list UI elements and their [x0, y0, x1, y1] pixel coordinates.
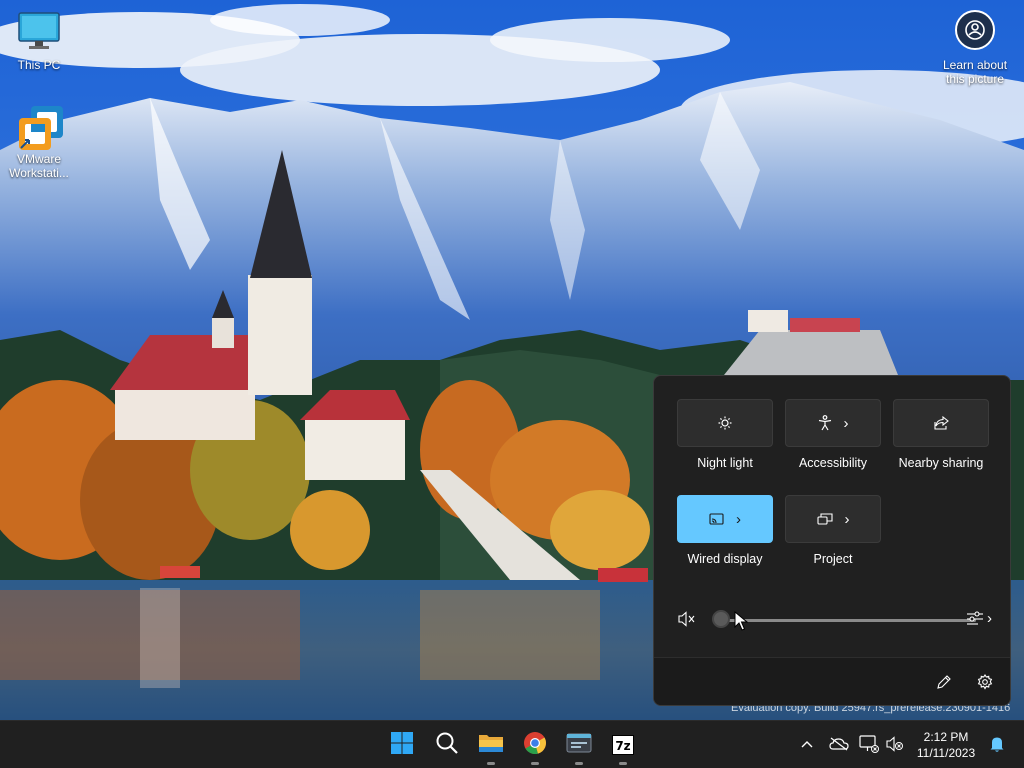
accessibility-icon: [818, 415, 832, 431]
chevron-up-icon: [801, 735, 813, 753]
tile-project[interactable]: › Project: [785, 495, 881, 566]
chevron-right-icon[interactable]: ›: [845, 512, 850, 527]
running-indicator: [487, 762, 495, 765]
chrome-icon: [523, 731, 547, 760]
vmware-icon: [17, 104, 63, 150]
taskbar: 7z 2:12 PM 11/11/2023: [0, 720, 1024, 768]
share-icon: [933, 416, 949, 430]
running-indicator: [619, 762, 627, 765]
network-disconnected-icon[interactable]: [858, 733, 880, 755]
windows-logo-icon: [390, 731, 414, 760]
brightness-icon: [718, 416, 732, 430]
audio-output-icon[interactable]: [966, 611, 986, 632]
accessibility-button[interactable]: ›: [785, 399, 881, 447]
learn-about-picture[interactable]: Learn about this picture: [936, 10, 1014, 86]
tile-nearby-sharing[interactable]: Nearby sharing: [893, 399, 989, 470]
desktop-icon-label: This PC: [17, 58, 61, 72]
volume-slider-thumb[interactable]: [712, 610, 730, 628]
project-button[interactable]: ›: [785, 495, 881, 543]
7zip-label: 7z: [615, 739, 631, 753]
tile-accessibility[interactable]: › Accessibility: [785, 399, 881, 470]
cast-icon: [709, 513, 724, 525]
edit-pencil-icon[interactable]: [934, 672, 954, 692]
volume-muted-tray-icon[interactable]: [884, 733, 906, 755]
tile-wired-display[interactable]: › Wired display: [677, 495, 773, 566]
chrome-button[interactable]: [517, 727, 553, 765]
running-indicator: [531, 762, 539, 765]
quick-settings-flyout: Night light › Accessibility Nearby shari…: [653, 375, 1011, 706]
tile-label: Night light: [697, 456, 753, 470]
nearby-sharing-button[interactable]: [893, 399, 989, 447]
night-light-button[interactable]: [677, 399, 773, 447]
folder-icon: [478, 732, 504, 759]
learn-about-label: Learn about this picture: [942, 58, 1008, 86]
search-button[interactable]: [429, 727, 465, 763]
notification-bell-icon[interactable]: [986, 733, 1008, 755]
mouse-cursor: [734, 610, 749, 636]
terminal-icon: [566, 732, 592, 759]
show-hidden-icons[interactable]: [796, 733, 818, 755]
terminal-button[interactable]: [561, 727, 597, 765]
7zip-icon: 7z: [612, 735, 634, 755]
desktop-icon-label: VMware Workstati...: [9, 152, 69, 180]
taskbar-clock[interactable]: 2:12 PM 11/11/2023: [914, 729, 978, 761]
gear-icon[interactable]: [975, 672, 995, 692]
tile-label: Project: [813, 552, 853, 566]
tile-night-light[interactable]: Night light: [677, 399, 773, 470]
7zip-button[interactable]: 7z: [605, 727, 641, 765]
running-indicator: [575, 762, 583, 765]
camera-circle-icon: [955, 10, 995, 50]
clock-date: 11/11/2023: [916, 746, 976, 760]
tile-label: Accessibility: [798, 456, 868, 470]
desktop-icon-this-pc[interactable]: This PC: [3, 10, 75, 72]
wired-display-button[interactable]: ›: [677, 495, 773, 543]
project-icon: [816, 513, 833, 525]
chevron-right-icon[interactable]: ›: [736, 512, 741, 527]
chevron-right-icon[interactable]: ›: [844, 416, 849, 431]
volume-row: ›: [678, 608, 996, 632]
clock-time: 2:12 PM: [923, 730, 969, 744]
desktop-icon-vmware[interactable]: VMware Workstati...: [3, 104, 75, 180]
volume-slider-track[interactable]: [722, 619, 976, 622]
start-button[interactable]: [384, 727, 420, 763]
quick-settings-footer: [654, 657, 1010, 705]
tile-label: Nearby sharing: [898, 456, 984, 470]
onedrive-offline-icon[interactable]: [828, 733, 850, 755]
file-explorer-button[interactable]: [473, 727, 509, 765]
speaker-muted-icon[interactable]: [678, 611, 696, 632]
search-icon: [435, 731, 459, 760]
monitor-icon: [17, 10, 61, 54]
chevron-right-icon[interactable]: ›: [987, 611, 992, 626]
tile-label: Wired display: [687, 552, 763, 566]
